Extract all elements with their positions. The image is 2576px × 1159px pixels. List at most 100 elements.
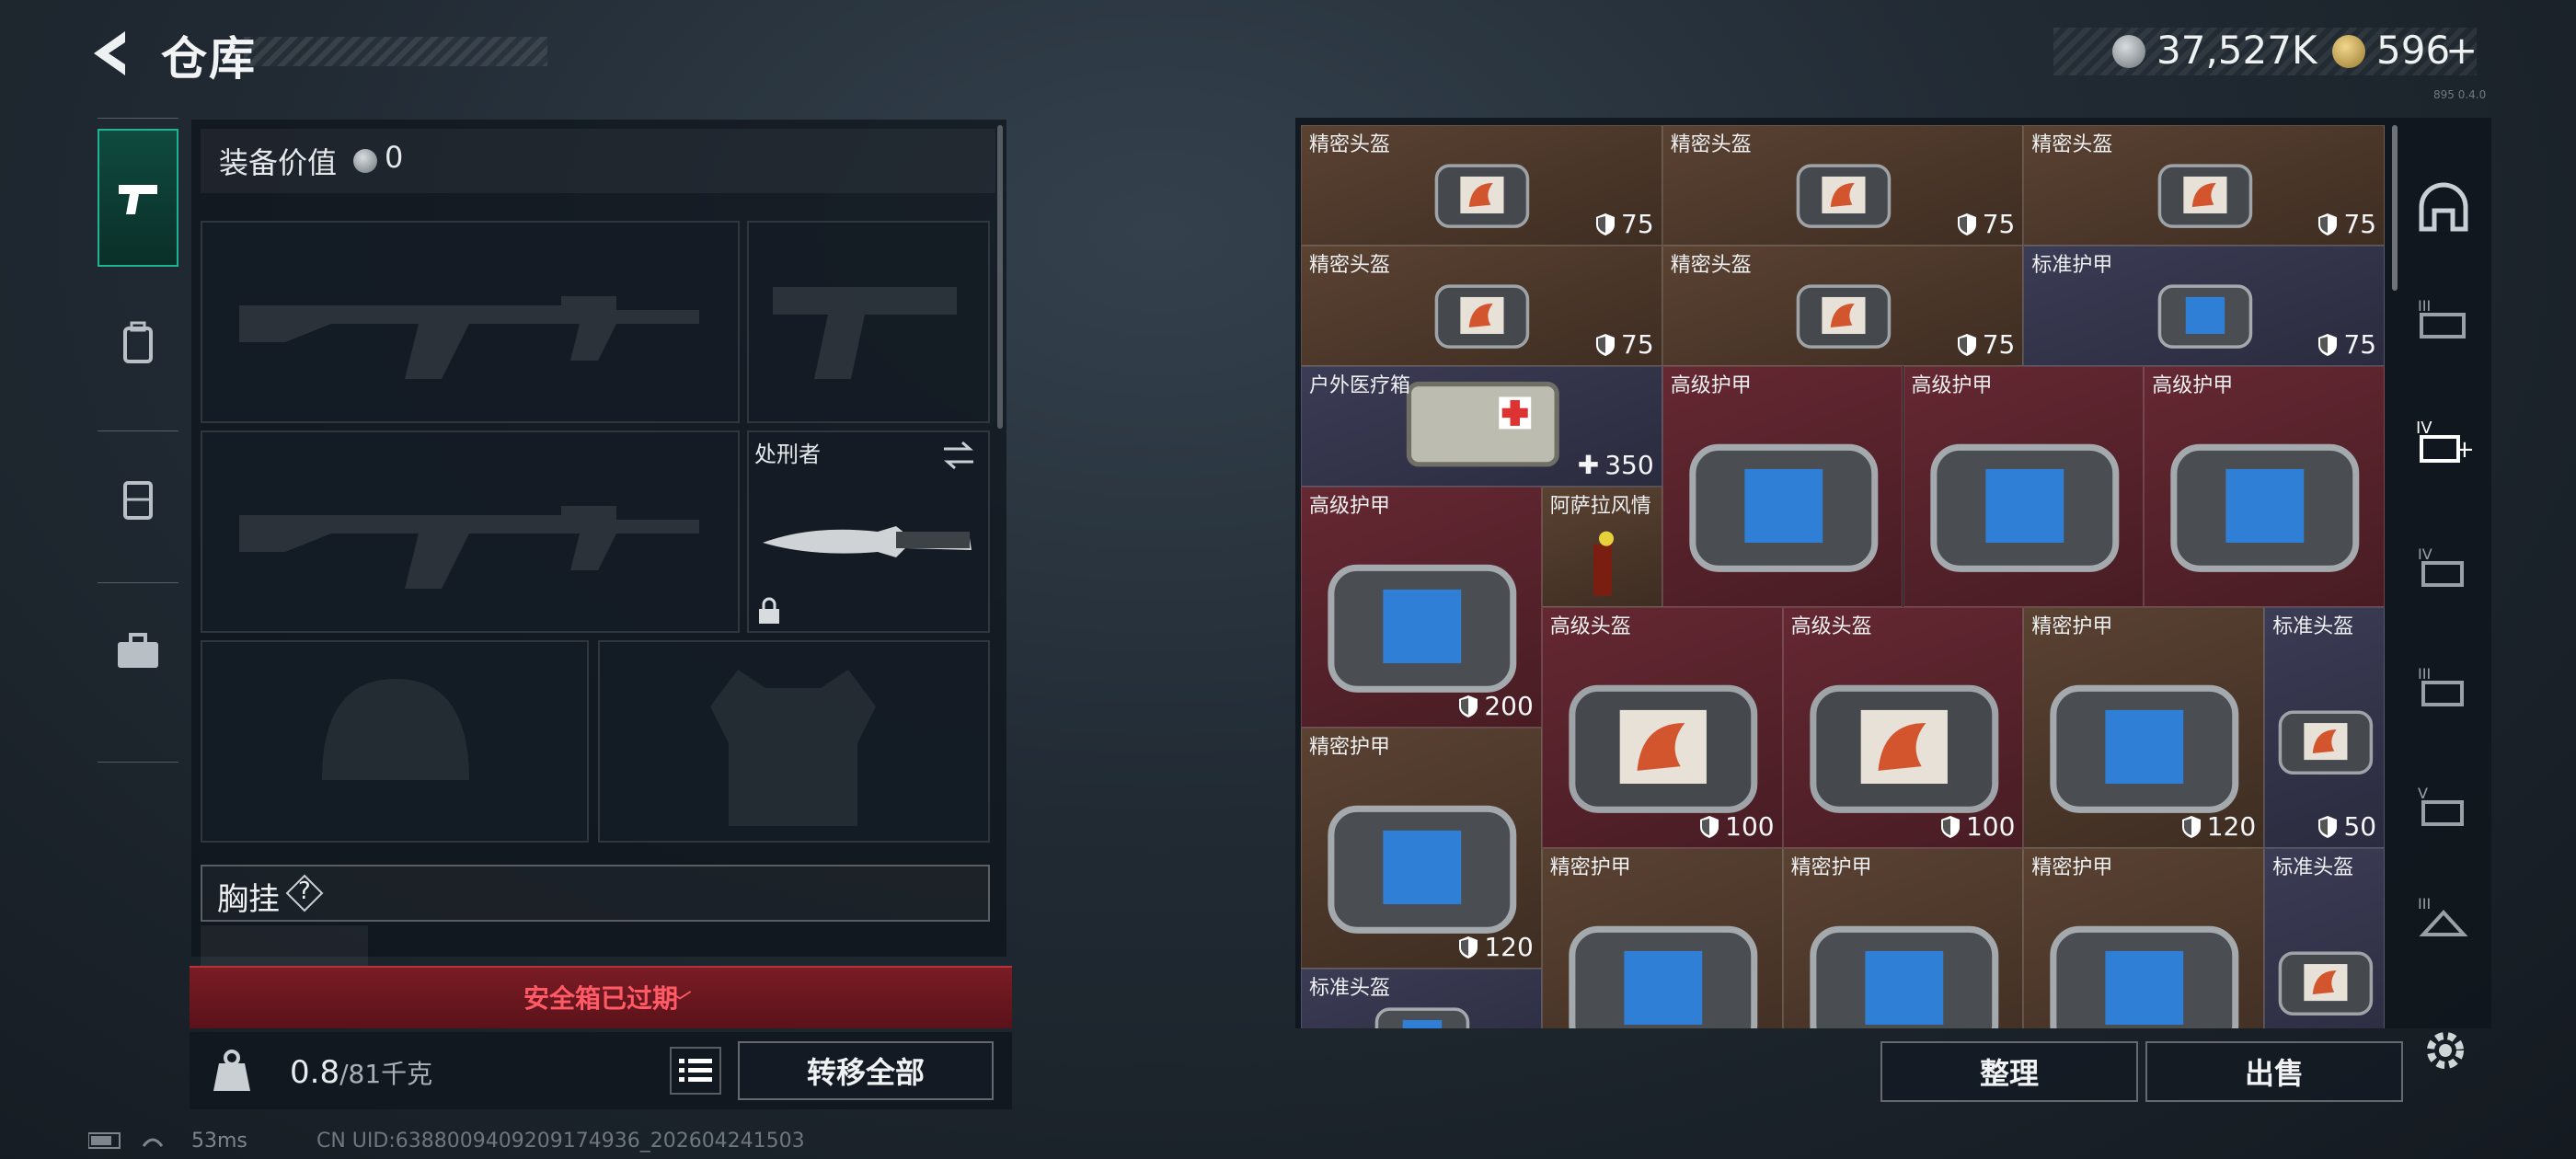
tab-weapons[interactable] <box>98 129 178 267</box>
weight-icon <box>212 1049 252 1093</box>
item-value-text: 75 <box>2343 329 2377 360</box>
stash-scrollbar[interactable] <box>2392 125 2398 291</box>
item-name: 标准头盔 <box>1309 977 1391 1000</box>
item-value: 100 <box>1699 811 1775 842</box>
knife-icon <box>763 526 972 557</box>
stash-item[interactable]: 精密头盔 75 <box>1301 125 1662 246</box>
svg-text:V: V <box>2418 785 2428 802</box>
helmet-bag-icon <box>1809 684 1998 813</box>
filter-tier3b-icon[interactable]: III <box>2401 644 2486 727</box>
stash-item[interactable]: 阿萨拉风情 <box>1541 487 1662 607</box>
svg-text:III: III <box>2418 895 2431 912</box>
item-name: 阿萨拉风情 <box>1549 495 1651 518</box>
filter-tier5-icon[interactable]: V <box>2401 763 2486 846</box>
item-name: 高级头盔 <box>1790 615 1872 638</box>
stash-item[interactable]: 标准头盔 <box>2264 848 2386 1028</box>
chest-rig-slot[interactable] <box>201 925 368 968</box>
item-value: 120 <box>2181 811 2256 842</box>
stash-item[interactable]: 精密护甲 120 <box>2023 607 2265 848</box>
transfer-all-button[interactable]: 转移全部 <box>738 1041 994 1100</box>
stash-item[interactable]: 标准护甲 75 <box>2023 246 2386 366</box>
primary-weapon-slot-2[interactable] <box>201 430 740 633</box>
item-name: 精密护甲 <box>1309 736 1391 759</box>
stash-item[interactable]: 高级护甲 <box>1662 366 1903 607</box>
page-title: 仓库 <box>161 32 257 86</box>
filter-tier3-icon[interactable]: III <box>2401 276 2486 359</box>
sort-button[interactable]: 整理 <box>1880 1041 2138 1102</box>
durability-shield-icon <box>2318 815 2338 838</box>
item-value-text: 120 <box>2206 811 2257 842</box>
secondary-weapon-slot[interactable] <box>747 221 990 423</box>
settings-gear-icon[interactable] <box>2418 1023 2473 1078</box>
svg-text:III: III <box>2418 297 2431 315</box>
item-value-text: 50 <box>2343 811 2377 842</box>
stash-item[interactable]: 高级头盔 100 <box>1541 607 1783 848</box>
stash-item[interactable]: 高级护甲 <box>2144 366 2386 607</box>
item-value: 75 <box>1595 209 1654 239</box>
armor-bag-icon <box>1569 925 1758 1028</box>
chest-rig-label: 胸挂 <box>217 881 280 918</box>
help-icon[interactable]: ? <box>285 874 324 912</box>
item-name: 精密护甲 <box>2031 856 2113 879</box>
stash-item[interactable]: 高级护甲 <box>1903 366 2145 607</box>
melee-slot[interactable]: 处刑者 <box>747 430 990 633</box>
battery-icon <box>87 1132 164 1149</box>
durability-shield-icon <box>1459 935 1478 958</box>
tab-backpack[interactable] <box>98 274 178 412</box>
tab-case[interactable] <box>98 582 178 720</box>
backpack-icon <box>123 321 153 363</box>
stash-item[interactable]: 标准头盔 50 <box>2264 607 2386 848</box>
filter-tier3c-icon[interactable]: III <box>2401 874 2486 957</box>
stash-item[interactable]: 精密头盔 75 <box>2023 125 2386 246</box>
tab-rig[interactable] <box>98 430 178 568</box>
stash-item[interactable]: 精密护甲 120 <box>1301 728 1542 969</box>
stash-item[interactable]: 精密护甲 <box>1541 848 1783 1028</box>
helmet-bag-icon <box>2278 951 2373 1016</box>
equipment-scrollbar[interactable] <box>997 125 1003 429</box>
stash-item[interactable]: 精密护甲 <box>1782 848 2024 1028</box>
list-view-button[interactable] <box>670 1047 721 1095</box>
swap-icon[interactable] <box>940 440 977 471</box>
lock-icon <box>759 597 779 624</box>
item-name: 标准头盔 <box>2272 856 2354 879</box>
add-currency-button[interactable]: + <box>2445 28 2478 73</box>
svg-text:IV: IV <box>2418 545 2432 563</box>
durability-shield-icon <box>1957 212 1976 235</box>
item-value-text: 75 <box>1982 209 2016 239</box>
gold-currency-value: 596 <box>2376 28 2451 73</box>
item-value: 75 <box>1595 329 1654 360</box>
filter-tier4-icon[interactable]: IV <box>2401 524 2486 607</box>
helmet-bag-icon <box>1569 684 1758 813</box>
item-value-text: 75 <box>1982 329 2016 360</box>
stash-item[interactable]: 精密护甲 <box>2023 848 2265 1028</box>
item-name: 精密头盔 <box>1309 133 1391 156</box>
category-tabs <box>88 118 188 767</box>
stash-item[interactable]: 高级头盔 100 <box>1782 607 2024 848</box>
helmet-silhouette-icon <box>322 679 469 780</box>
helmet-slot[interactable] <box>201 640 589 843</box>
sell-button[interactable]: 出售 <box>2145 1041 2403 1102</box>
primary-weapon-slot[interactable] <box>201 221 740 423</box>
armor-bag-icon <box>2157 284 2253 350</box>
stash-item[interactable]: 标准头盔 <box>1301 969 1542 1028</box>
stash-item[interactable]: 户外医疗箱 ✚ 350 <box>1301 366 1662 487</box>
stash-item[interactable]: 高级护甲 200 <box>1301 487 1542 728</box>
filter-tier4-medkit-icon[interactable]: IV + <box>2401 400 2486 483</box>
item-value-text: 100 <box>1725 811 1775 842</box>
stash-item[interactable]: 精密头盔 75 <box>1662 125 2024 246</box>
item-name: 高级护甲 <box>1911 374 1993 397</box>
version-text: 895 0.4.0 <box>2433 88 2487 101</box>
armor-slot[interactable] <box>598 640 990 843</box>
svg-text:IV: IV <box>2416 419 2432 438</box>
equipment-value-label: 装备价值 <box>219 145 338 180</box>
pistol-icon <box>119 185 157 214</box>
back-arrow-icon[interactable] <box>85 26 140 81</box>
filter-all-icon[interactable] <box>2401 166 2486 248</box>
stash-item[interactable]: 精密头盔 75 <box>1662 246 2024 366</box>
stash-item[interactable]: 精密头盔 75 <box>1301 246 1662 366</box>
gold-coin-icon <box>2332 35 2365 68</box>
item-value: ✚ 350 <box>1578 450 1654 480</box>
item-value: 75 <box>2317 329 2376 360</box>
rifle-silhouette-icon <box>239 296 699 379</box>
item-value: 75 <box>1957 329 2016 360</box>
